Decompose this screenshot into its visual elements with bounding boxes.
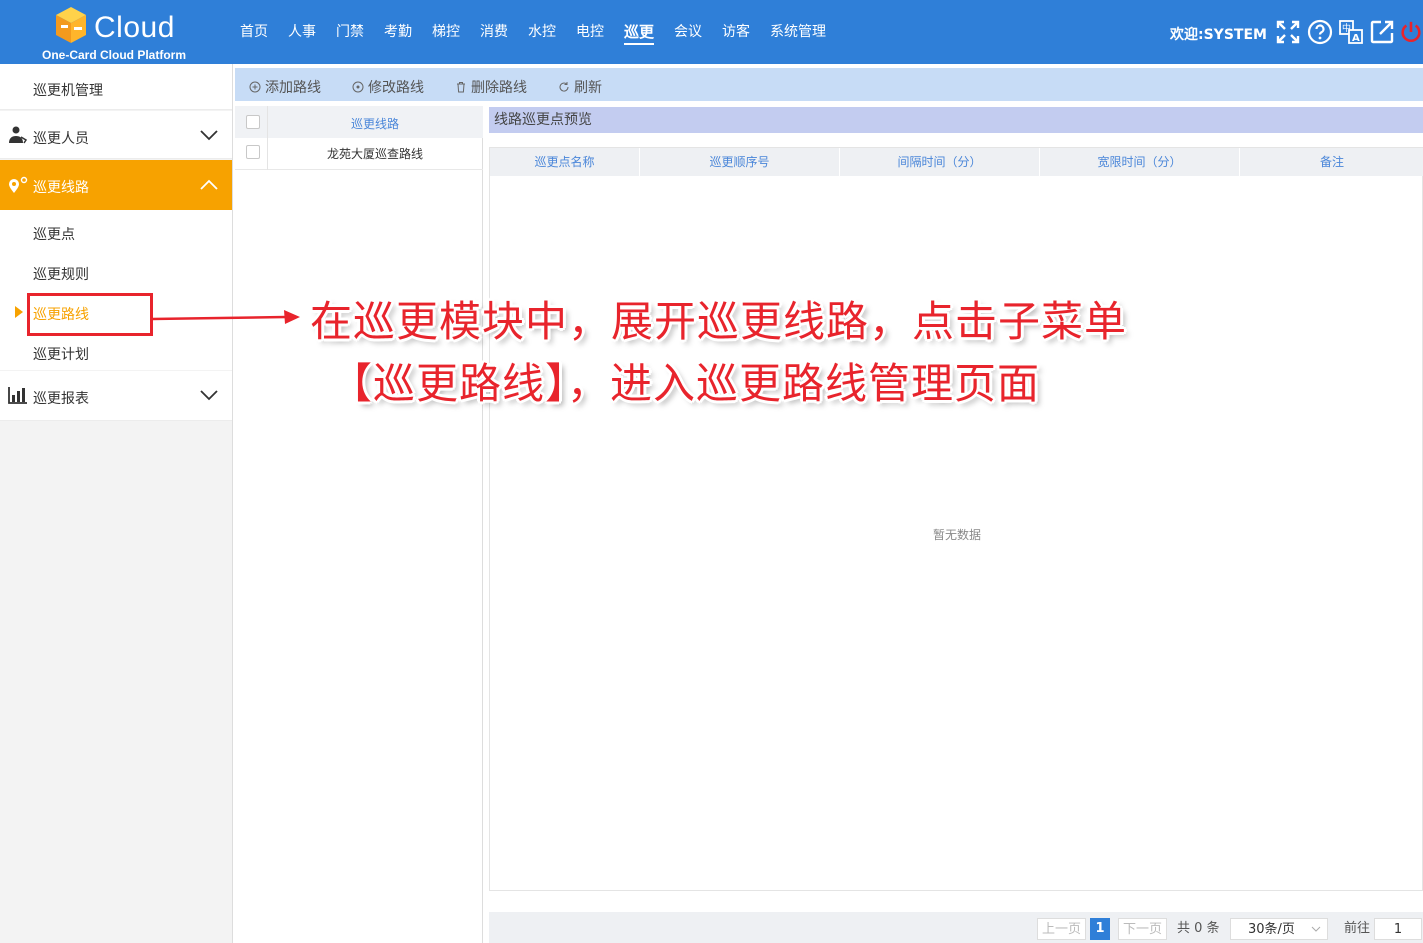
total-count: 共 0 条 <box>1177 921 1220 936</box>
row-checkbox[interactable] <box>246 145 260 159</box>
trash-icon <box>457 82 465 93</box>
select-all-checkbox[interactable] <box>246 115 260 129</box>
annotation-line-2: 【巡更路线】，进入巡更路线管理页面 <box>330 359 1041 408</box>
col-grace[interactable]: 宽限时间（分） <box>1040 148 1240 176</box>
brand-subtitle: One-Card Cloud Platform <box>42 48 187 62</box>
route-column-header: 巡更线路 <box>350 117 399 131</box>
table-row[interactable]: 龙苑大厦巡查路线 <box>235 138 483 170</box>
goto-label: 前往 <box>1344 921 1371 936</box>
help-icon[interactable] <box>1307 19 1333 45</box>
chevron-up-icon <box>200 179 218 190</box>
nav-meeting[interactable]: 会议 <box>674 0 702 64</box>
delete-route-button[interactable]: 删除路线 <box>455 77 527 97</box>
col-sequence[interactable]: 巡更顺序号 <box>640 148 840 176</box>
preview-title: 线路巡更点预览 <box>489 107 1423 133</box>
nav-attendance[interactable]: 考勤 <box>384 0 412 64</box>
preview-table-header: 巡更点名称 巡更顺序号 间隔时间（分） 宽限时间（分） 备注 <box>490 148 1423 176</box>
logo: Cloud One-Card Cloud Platform <box>42 5 186 62</box>
selected-arrow-icon <box>15 306 23 318</box>
page-number-current[interactable]: 1 <box>1090 918 1110 940</box>
col-interval[interactable]: 间隔时间（分） <box>840 148 1040 176</box>
sidebar: 巡更机管理 巡更人员 巡更线路 巡更点 巡更规则 巡更路线 巡更计划 巡更报表 <box>0 64 233 943</box>
refresh-icon <box>559 82 569 92</box>
brand-name: Cloud <box>94 11 175 44</box>
svg-text:A: A <box>1352 33 1360 44</box>
route-name-cell: 龙苑大厦巡查路线 <box>326 147 423 161</box>
page-size-select[interactable]: 30条/页 <box>1230 918 1328 940</box>
sidebar-group-patrol-route[interactable]: 巡更线路 <box>0 160 232 210</box>
toolbar: 添加路线 修改路线 删除路线 刷新 <box>235 68 1423 101</box>
sidebar-item-label: 巡更机管理 <box>33 83 103 99</box>
prev-page-button[interactable]: 上一页 <box>1037 918 1087 940</box>
user-icon <box>9 126 28 144</box>
edit-route-label: 修改路线 <box>368 80 424 96</box>
chevron-down-icon <box>1311 926 1321 932</box>
sidebar-group-label: 巡更人员 <box>33 131 89 147</box>
nav-consumption[interactable]: 消费 <box>480 0 508 64</box>
nav-system[interactable]: 系统管理 <box>770 0 826 64</box>
refresh-label: 刷新 <box>574 80 602 96</box>
highlight-box <box>27 293 153 336</box>
goto-page-input[interactable]: 1 <box>1374 918 1422 940</box>
annotation-line-1: 在巡更模块中，展开巡更线路，点击子菜单 <box>310 297 1128 346</box>
delete-route-label: 删除路线 <box>471 80 527 96</box>
sidebar-group-label: 巡更线路 <box>33 180 89 196</box>
svg-text:中: 中 <box>1342 22 1351 34</box>
nav-visitor[interactable]: 访客 <box>722 0 750 64</box>
edit-circle-icon <box>352 81 364 93</box>
sidebar-submenu: 巡更点 巡更规则 巡更路线 巡更计划 <box>0 210 232 370</box>
col-remark[interactable]: 备注 <box>1240 148 1423 176</box>
add-route-label: 添加路线 <box>265 80 321 96</box>
plus-circle-icon <box>249 81 261 93</box>
chevron-down-icon <box>200 390 218 401</box>
cube-logo-icon <box>56 7 86 43</box>
nav-personnel[interactable]: 人事 <box>288 0 316 64</box>
nav-patrol[interactable]: 巡更 <box>624 0 655 64</box>
nav-home[interactable]: 首页 <box>240 0 268 64</box>
pagination: 上一页 1 下一页 共 0 条 30条/页 前往 1 <box>489 912 1423 943</box>
sidebar-group-report[interactable]: 巡更报表 <box>0 371 232 421</box>
route-table-header: 巡更线路 <box>235 106 483 138</box>
location-pin-icon <box>9 176 28 193</box>
sidebar-group-label: 巡更报表 <box>33 391 89 407</box>
fullscreen-icon[interactable] <box>1275 19 1301 45</box>
top-header: Cloud One-Card Cloud Platform 首页 人事 门禁 考… <box>0 0 1423 64</box>
welcome-text: 欢迎:SYSTEM <box>1170 27 1267 43</box>
add-route-button[interactable]: 添加路线 <box>249 77 321 97</box>
external-link-icon[interactable] <box>1369 19 1395 45</box>
main-nav: 首页 人事 门禁 考勤 梯控 消费 水控 电控 巡更 会议 访客 系统管理 <box>240 0 846 64</box>
edit-route-button[interactable]: 修改路线 <box>352 77 424 97</box>
col-point-name[interactable]: 巡更点名称 <box>490 148 640 176</box>
nav-elevator[interactable]: 梯控 <box>432 0 460 64</box>
power-icon[interactable] <box>1399 19 1423 45</box>
annotation-arrow-icon <box>151 310 300 324</box>
chevron-down-icon <box>200 130 218 141</box>
nav-water-control[interactable]: 水控 <box>528 0 556 64</box>
preview-table: 巡更点名称 巡更顺序号 间隔时间（分） 宽限时间（分） 备注 暂无数据 <box>489 147 1423 891</box>
empty-state: 暂无数据 <box>932 528 981 542</box>
sidebar-item-machine-mgmt[interactable]: 巡更机管理 <box>0 64 232 110</box>
bar-chart-icon <box>8 387 27 404</box>
sidebar-group-personnel[interactable]: 巡更人员 <box>0 111 232 159</box>
sidebar-sub-patrol-plan[interactable]: 巡更计划 <box>33 344 89 364</box>
column-divider <box>267 106 268 170</box>
page-size-value: 30条/页 <box>1248 922 1295 937</box>
route-table: 巡更线路 龙苑大厦巡查路线 <box>235 106 483 943</box>
refresh-button[interactable]: 刷新 <box>558 77 602 97</box>
sidebar-sub-patrol-point[interactable]: 巡更点 <box>33 224 75 244</box>
language-icon[interactable]: 中 A <box>1338 19 1364 45</box>
sidebar-sub-patrol-rule[interactable]: 巡更规则 <box>33 264 89 284</box>
nav-access-control[interactable]: 门禁 <box>336 0 364 64</box>
next-page-button[interactable]: 下一页 <box>1118 918 1168 940</box>
nav-power-control[interactable]: 电控 <box>576 0 604 64</box>
